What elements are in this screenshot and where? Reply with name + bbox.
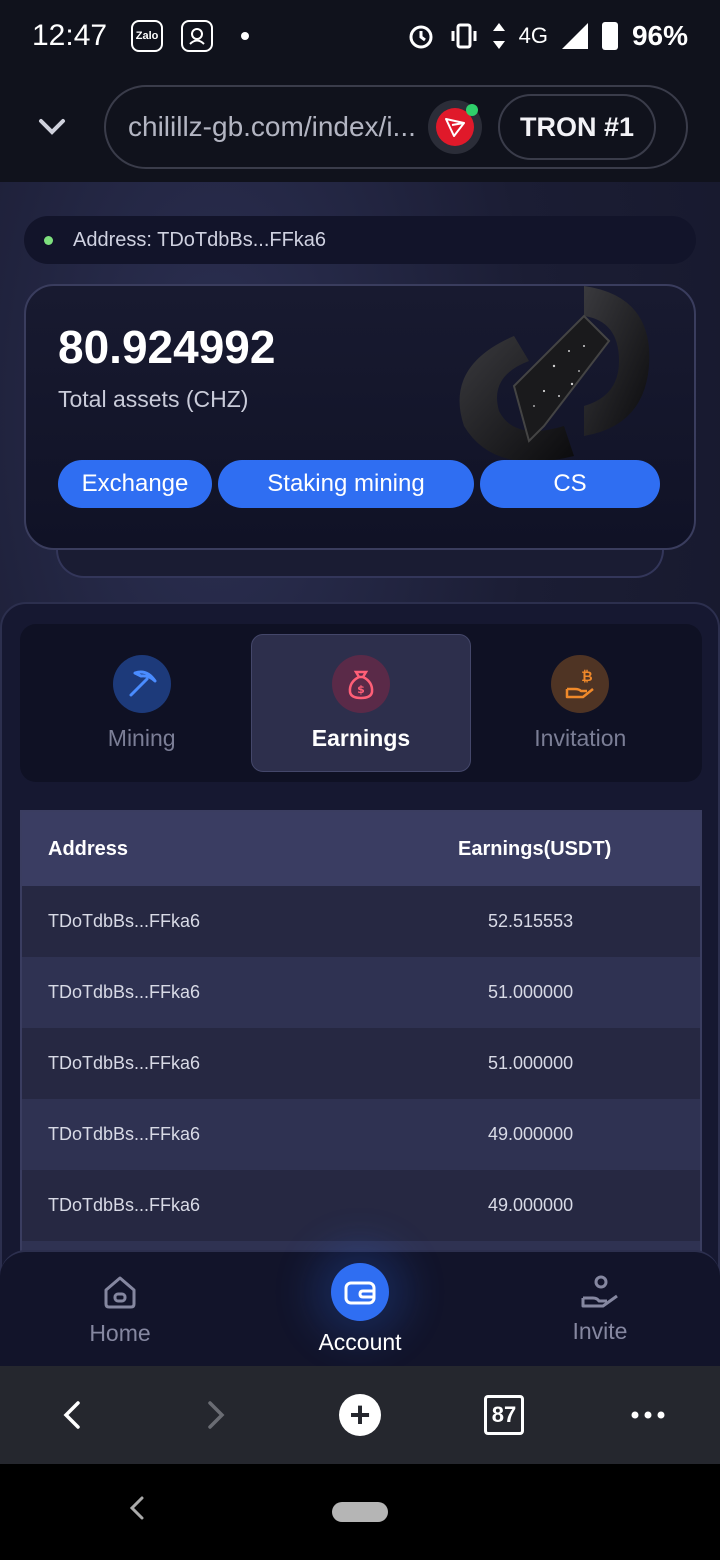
tab-earnings[interactable]: $ Earnings [251,634,471,772]
forward-arrow-icon [208,1401,225,1429]
wallet-selector-button[interactable]: TRON #1 [498,94,657,160]
nav-home-label: Home [89,1319,151,1346]
home-icon [104,1276,136,1308]
row-address: TDoTdbBs...FFka6 [48,1195,201,1215]
nav-invite-label: Invite [572,1317,628,1344]
row-address: TDoTdbBs...FFka6 [48,911,201,931]
nav-account-label: Account [318,1328,402,1355]
zalo-app-icon: Zalo [131,20,164,52]
plus-icon: + [339,1394,381,1436]
row-address: TDoTdbBs...FFka6 [48,982,201,1002]
signal-icon [561,23,588,49]
row-address: TDoTdbBs...FFka6 [48,1124,201,1144]
battery-icon [601,22,618,50]
pickaxe-icon [112,654,171,713]
bitcoin-hand-icon: ₿ [551,654,610,713]
status-time: 12:47 [32,19,108,52]
tab-earnings-label: Earnings [311,724,411,751]
customer-service-button[interactable]: CS [480,460,660,508]
tabs-button[interactable]: 87 [464,1385,544,1445]
nav-invite[interactable]: Invite [480,1274,720,1345]
tab-mining[interactable]: Mining [32,634,251,772]
collapse-chevron-icon[interactable] [0,118,104,136]
back-arrow-icon [63,1401,80,1429]
total-assets-value: 80.924992 [58,321,276,373]
money-bag-icon: $ [332,654,390,713]
more-notifications-dot [241,32,250,40]
browser-address-bar: chilillz-gb.com/index/i... TRON #1 [0,72,720,182]
row-address: TDoTdbBs...FFka6 [48,1053,201,1073]
tab-invitation-label: Invitation [534,724,627,751]
nav-home[interactable]: Home [0,1272,240,1347]
battery-percent: 96% [631,20,688,51]
wallet-icon [331,1262,389,1321]
more-icon [631,1411,665,1419]
more-menu-button[interactable] [608,1385,688,1445]
app-bottom-nav: Home Account Invite [0,1250,720,1366]
svg-text:$: $ [357,683,365,696]
tron-network-icon[interactable] [428,100,482,154]
row-earnings: 51.000000 [488,982,574,1002]
staking-mining-button[interactable]: Staking mining [218,460,474,508]
header-address: Address [48,837,129,860]
status-bar: 12:47 Zalo 4G 96% [0,0,720,72]
system-nav-bar [0,1464,720,1560]
system-back-icon[interactable] [128,1494,146,1522]
new-tab-button[interactable]: + [320,1385,400,1445]
browser-toolbar: + 87 [0,1366,720,1464]
notification-app-icon [181,20,214,52]
back-button[interactable] [32,1385,112,1445]
table-row: TDoTdbBs...FFka6 51.000000 [22,957,700,1028]
tab-mining-label: Mining [107,724,176,751]
status-dot [44,235,53,245]
table-row: TDoTdbBs...FFka6 51.000000 [22,1028,700,1099]
system-home-pill[interactable] [332,1502,388,1522]
section-tabs: Mining $ Earnings ₿ Invitation [20,624,702,782]
header-earnings: Earnings(USDT) [458,837,612,860]
tab-count: 87 [484,1395,524,1435]
dapp-page: Address: TDoTdbBs...FFka6 80.924992 Tota… [0,182,720,1366]
alarm-icon [409,25,433,49]
svg-text:₿: ₿ [582,669,593,685]
wallet-address: Address: TDoTdbBs...FFka6 [73,228,327,251]
table-row: TDoTdbBs...FFka6 52.515553 [22,886,700,957]
data-transfer-icon [492,23,505,49]
total-assets-label: Total assets (CHZ) [58,386,249,412]
row-earnings: 49.000000 [488,1195,574,1215]
table-header: Address Earnings(USDT) [22,812,700,886]
forward-button[interactable] [176,1385,256,1445]
url-field[interactable]: chilillz-gb.com/index/i... TRON #1 [104,85,688,169]
url-text[interactable]: chilillz-gb.com/index/i... [128,111,428,143]
row-earnings: 51.000000 [488,1053,574,1073]
invite-icon [581,1275,618,1307]
wallet-address-bar: Address: TDoTdbBs...FFka6 [24,216,696,264]
table-row: TDoTdbBs...FFka6 49.000000 [22,1099,700,1170]
row-earnings: 52.515553 [488,911,574,931]
nav-account[interactable]: Account [240,1262,480,1356]
assets-card: 80.924992 Total assets (CHZ) Exchange St… [24,284,696,550]
table-row: TDoTdbBs...FFka6 49.000000 [22,1170,700,1241]
row-earnings: 49.000000 [488,1124,574,1144]
network-type: 4G [518,23,548,48]
exchange-button[interactable]: Exchange [58,460,212,508]
vibrate-icon [451,23,477,49]
tab-invitation[interactable]: ₿ Invitation [471,634,690,772]
decorative-3d-object [459,286,650,462]
connected-indicator [466,104,478,116]
